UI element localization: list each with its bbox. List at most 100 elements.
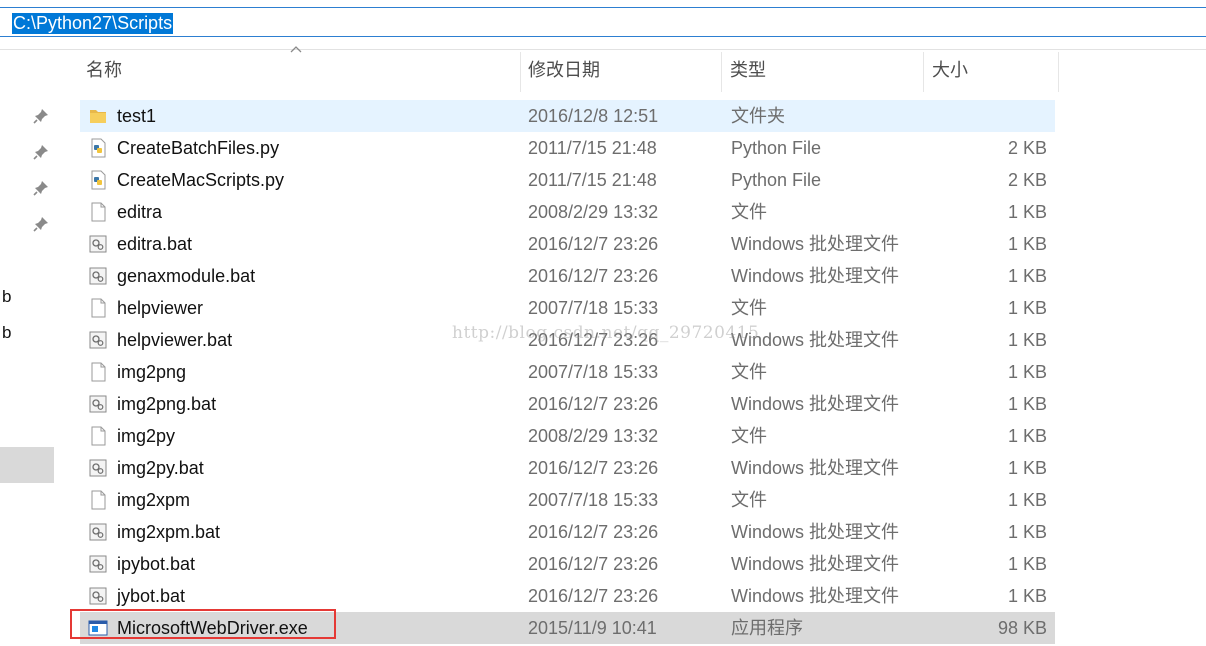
file-type: Windows 批处理文件 (731, 522, 900, 542)
pin-icon[interactable] (33, 216, 49, 232)
python-file-icon (88, 170, 108, 190)
file-row[interactable]: CreateBatchFiles.py 2011/7/15 21:48 Python… (80, 132, 1055, 164)
toolbar-divider (0, 49, 1206, 50)
column-header-size[interactable]: 大小 (926, 52, 1056, 92)
file-name: editra.bat (117, 234, 193, 254)
file-name: genaxmodule.bat (117, 266, 256, 286)
file-type: Windows 批处理文件 (731, 586, 900, 606)
file-name: img2xpm.bat (117, 522, 221, 542)
file-name: editra (117, 202, 163, 222)
column-separator[interactable] (1058, 52, 1059, 92)
file-modified-date: 2016/12/7 23:26 (528, 554, 659, 574)
file-size: 1 KB (1007, 522, 1047, 542)
file-row[interactable]: genaxmodule.bat 2016/12/7 23:26 Windows 批处… (80, 260, 1055, 292)
file-type: 文件 (731, 362, 767, 382)
python-file-icon (88, 138, 108, 158)
file-row[interactable]: img2xpm.bat 2016/12/7 23:26 Windows 批处理文件 1… (80, 516, 1055, 548)
file-type: 文件 (731, 202, 767, 222)
file-row[interactable]: ipybot.bat 2016/12/7 23:26 Windows 批处理文件 1 … (80, 548, 1055, 580)
column-separator[interactable] (721, 52, 722, 92)
blank-file-icon (88, 298, 108, 318)
file-type: Windows 批处理文件 (731, 394, 900, 414)
file-type: Python File (731, 170, 822, 190)
column-headers: 名称 修改日期 类型 大小 (80, 46, 1060, 92)
batch-file-icon (88, 554, 108, 574)
file-type: Windows 批处理文件 (731, 458, 900, 478)
file-name: CreateMacScripts.py (117, 170, 285, 190)
pin-icon[interactable] (33, 108, 49, 124)
batch-file-icon (88, 330, 108, 350)
file-modified-date: 2016/12/7 23:26 (528, 394, 659, 414)
file-size: 1 KB (1007, 234, 1047, 254)
batch-file-icon (88, 266, 108, 286)
file-size: 1 KB (1007, 298, 1047, 318)
file-size: 98 KB (997, 618, 1047, 638)
navigation-pane: b b (0, 50, 58, 646)
file-row[interactable]: img2py.bat 2016/12/7 23:26 Windows 批处理文件 1 … (80, 452, 1055, 484)
column-separator[interactable] (923, 52, 924, 92)
file-type: Windows 批处理文件 (731, 234, 900, 254)
column-separator[interactable] (520, 52, 521, 92)
file-size: 1 KB (1007, 458, 1047, 478)
file-size: 1 KB (1007, 362, 1047, 382)
file-size: 1 KB (1007, 266, 1047, 286)
application-icon (88, 618, 108, 638)
file-size: 1 KB (1007, 330, 1047, 350)
file-row[interactable]: CreateMacScripts.py 2011/7/15 21:48 Python… (80, 164, 1055, 196)
file-size: 2 KB (1007, 138, 1047, 158)
file-name: img2py (117, 426, 176, 446)
nav-item-label[interactable]: b (2, 287, 11, 307)
file-row[interactable]: img2png 2007/7/18 15:33 文件 1 KB (80, 356, 1055, 388)
file-type: 文件 (731, 490, 767, 510)
nav-selected-item[interactable] (0, 447, 54, 483)
file-modified-date: 2007/7/18 15:33 (528, 362, 659, 382)
file-row[interactable]: editra.bat 2016/12/7 23:26 Windows 批处理文件 1 … (80, 228, 1055, 260)
file-name: img2py.bat (117, 458, 204, 478)
column-header-type[interactable]: 类型 (724, 52, 924, 92)
file-type: Python File (731, 138, 822, 158)
file-row[interactable]: img2xpm 2007/7/18 15:33 文件 1 KB (80, 484, 1055, 516)
file-row[interactable]: helpviewer 2007/7/18 15:33 文件 1 KB (80, 292, 1055, 324)
batch-file-icon (88, 394, 108, 414)
watermark-text: http://blog.csdn.net/qq_29720415 (452, 323, 760, 343)
file-size: 1 KB (1007, 202, 1047, 222)
file-modified-date: 2016/12/7 23:26 (528, 586, 659, 606)
column-header-name[interactable]: 名称 (80, 52, 520, 92)
file-modified-date: 2016/12/7 23:26 (528, 522, 659, 542)
pin-icon[interactable] (33, 144, 49, 160)
batch-file-icon (88, 458, 108, 478)
file-modified-date: 2008/2/29 13:32 (528, 202, 659, 222)
file-name: helpviewer (117, 298, 204, 318)
file-row[interactable]: img2py 2008/2/29 13:32 文件 1 KB (80, 420, 1055, 452)
file-type: 文件夹 (731, 106, 785, 126)
column-header-date[interactable]: 修改日期 (522, 52, 722, 92)
file-row[interactable]: MicrosoftWebDriver.exe 2015/11/9 10:41 应用程… (70, 609, 1055, 644)
file-modified-date: 2016/12/7 23:26 (528, 458, 659, 478)
pin-icon[interactable] (33, 180, 49, 196)
file-name: test1 (117, 106, 157, 126)
blank-file-icon (88, 426, 108, 446)
blank-file-icon (88, 362, 108, 382)
blank-file-icon (88, 490, 108, 510)
file-row[interactable]: editra 2008/2/29 13:32 文件 1 KB (80, 196, 1055, 228)
batch-file-icon (88, 522, 108, 542)
file-row[interactable]: test1 2016/12/8 12:51 文件夹 (80, 100, 1055, 132)
file-size: 1 KB (1007, 490, 1047, 510)
file-name: helpviewer.bat (117, 330, 233, 350)
batch-file-icon (88, 234, 108, 254)
file-name: img2png (117, 362, 187, 382)
file-name: jybot.bat (117, 586, 186, 606)
address-path[interactable]: C:\Python27\Scripts (12, 13, 174, 34)
address-bar[interactable]: C:\Python27\Scripts (0, 7, 1206, 37)
batch-file-icon (88, 586, 108, 606)
file-row[interactable]: jybot.bat 2016/12/7 23:26 Windows 批处理文件 1 K… (80, 580, 1055, 612)
file-type: Windows 批处理文件 (731, 554, 900, 574)
file-size: 2 KB (1007, 170, 1047, 190)
file-name: CreateBatchFiles.py (117, 138, 280, 158)
nav-item-label[interactable]: b (2, 323, 11, 343)
file-size: 1 KB (1007, 426, 1047, 446)
file-modified-date: 2011/7/15 21:48 (528, 138, 657, 158)
file-row[interactable]: img2png.bat 2016/12/7 23:26 Windows 批处理文件 1… (80, 388, 1055, 420)
file-modified-date: 2016/12/8 12:51 (528, 106, 659, 126)
file-list: test1 2016/12/8 12:51 文件夹 CreateBatchFiles.… (70, 100, 1055, 644)
